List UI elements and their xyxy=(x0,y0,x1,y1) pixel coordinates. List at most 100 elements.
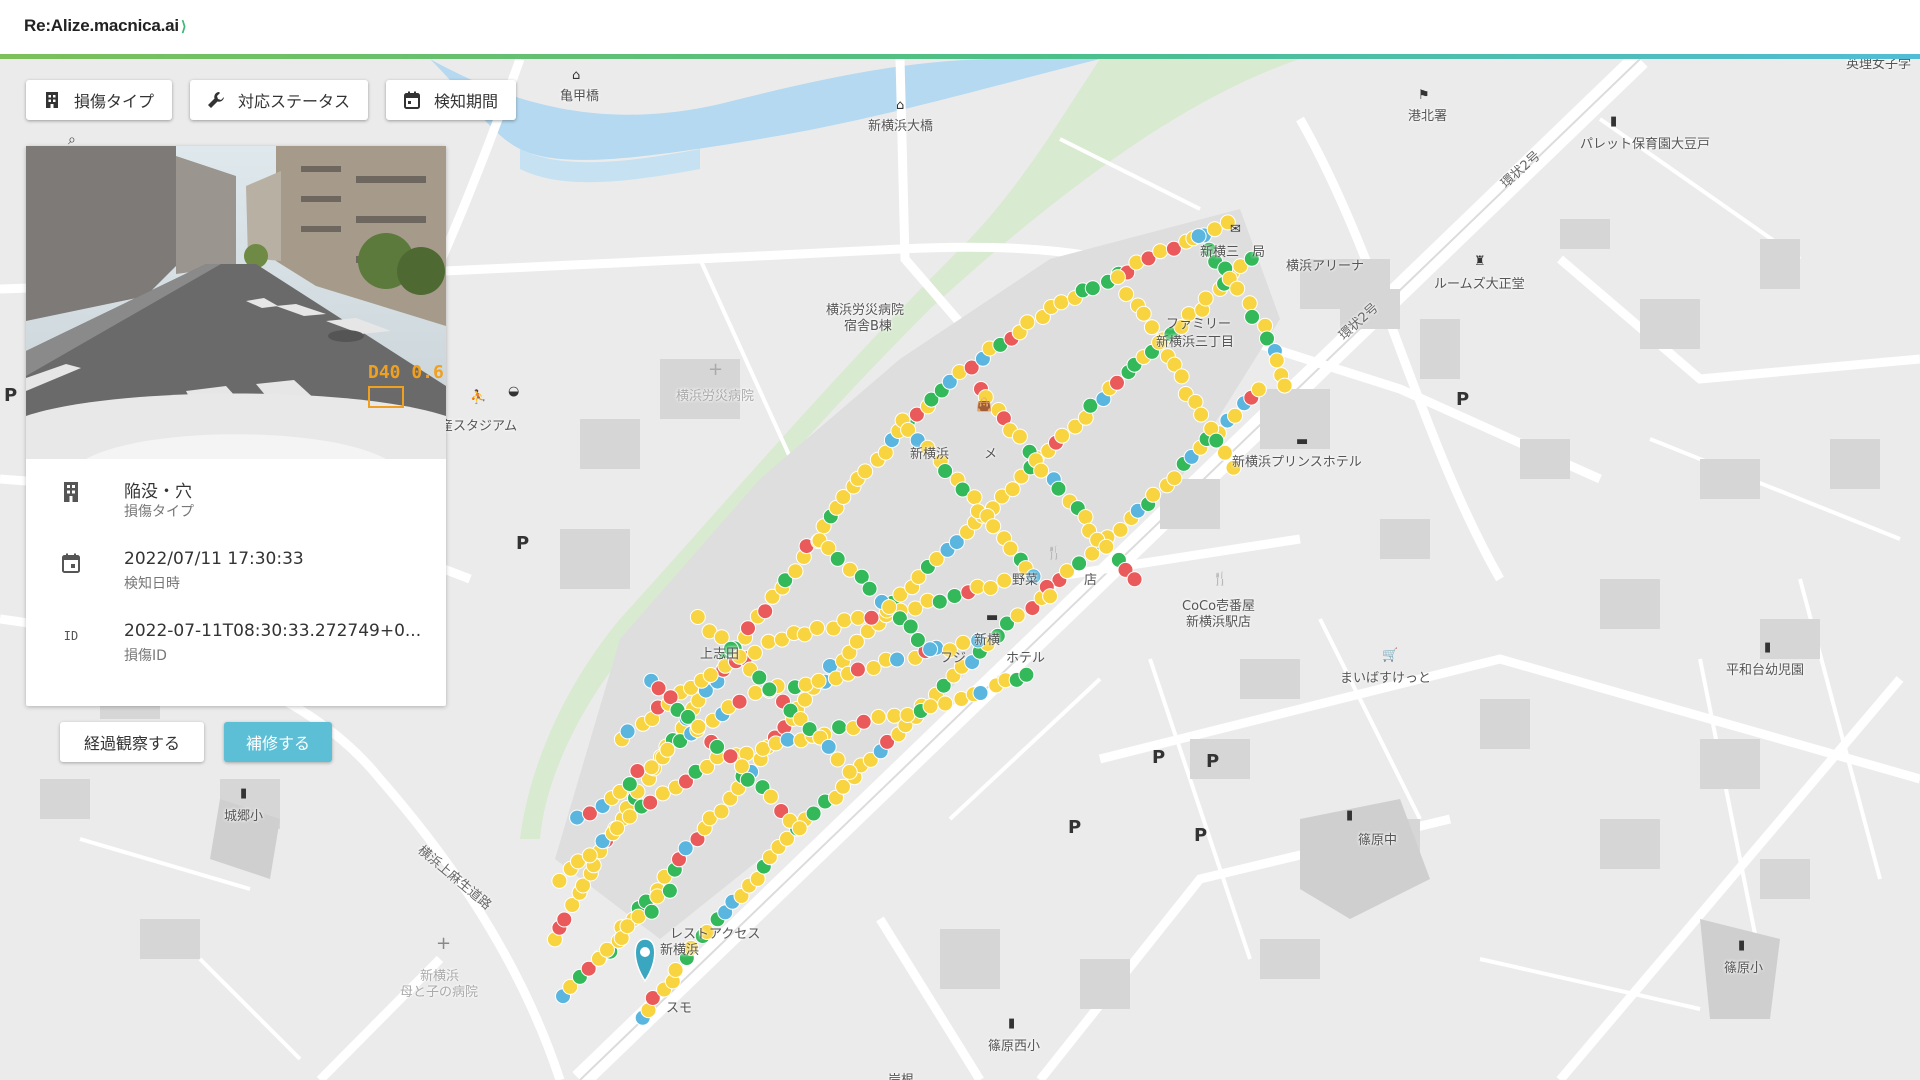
damage-photo[interactable]: D40 0.6 xyxy=(26,146,446,459)
damage-marker[interactable] xyxy=(1050,480,1067,497)
damage-marker[interactable] xyxy=(761,681,778,698)
damage-marker[interactable] xyxy=(731,693,748,710)
damage-marker[interactable] xyxy=(836,612,853,629)
damage-marker[interactable] xyxy=(922,698,939,715)
damage-marker[interactable] xyxy=(946,588,963,604)
app-logo[interactable]: Re:Alize.macnica.ai ⟩ xyxy=(24,16,186,36)
damage-marker[interactable] xyxy=(629,763,646,779)
damage-type-filter-button[interactable]: 損傷タイプ xyxy=(26,80,173,120)
damage-marker[interactable] xyxy=(751,669,768,686)
damage-marker[interactable] xyxy=(643,903,660,920)
damage-marker[interactable] xyxy=(757,603,774,620)
damage-marker[interactable] xyxy=(1135,305,1152,322)
damage-marker[interactable] xyxy=(1173,368,1190,385)
damage-marker[interactable] xyxy=(863,609,880,626)
damage-marker[interactable] xyxy=(857,463,874,480)
damage-marker[interactable] xyxy=(1126,571,1143,588)
damage-marker[interactable] xyxy=(870,708,887,725)
observe-button[interactable]: 経過観察する xyxy=(60,722,204,762)
damage-marker[interactable] xyxy=(689,609,706,625)
damage-marker[interactable] xyxy=(809,620,826,636)
damage-marker[interactable] xyxy=(881,599,898,615)
damage-marker[interactable] xyxy=(850,609,867,626)
damage-marker[interactable] xyxy=(787,563,804,580)
damage-marker[interactable] xyxy=(1011,428,1028,445)
damage-marker[interactable] xyxy=(1053,294,1070,311)
damage-marker[interactable] xyxy=(1216,444,1233,461)
damage-marker[interactable] xyxy=(791,820,808,837)
damage-marker[interactable] xyxy=(556,911,573,928)
damage-marker[interactable] xyxy=(1009,607,1026,624)
damage-marker[interactable] xyxy=(909,632,926,648)
damage-marker[interactable] xyxy=(760,633,777,650)
damage-marker[interactable] xyxy=(1042,588,1059,605)
damage-marker[interactable] xyxy=(746,644,763,661)
damage-marker[interactable] xyxy=(972,685,989,701)
damage-marker[interactable] xyxy=(1033,462,1050,479)
damage-marker[interactable] xyxy=(966,489,983,506)
damage-marker[interactable] xyxy=(841,763,858,780)
period-filter-button[interactable]: 検知期間 xyxy=(386,80,517,120)
damage-marker[interactable] xyxy=(985,518,1002,535)
damage-marker[interactable] xyxy=(1244,308,1261,325)
damage-marker[interactable] xyxy=(739,771,756,788)
damage-marker[interactable] xyxy=(831,719,848,736)
damage-marker[interactable] xyxy=(609,820,626,837)
damage-marker[interactable] xyxy=(1018,666,1035,683)
damage-marker[interactable] xyxy=(661,882,678,899)
damage-marker[interactable] xyxy=(1241,295,1258,312)
damage-marker[interactable] xyxy=(709,738,726,755)
damage-marker[interactable] xyxy=(1193,406,1210,423)
damage-marker[interactable] xyxy=(922,641,939,658)
damage-marker[interactable] xyxy=(1276,377,1293,394)
damage-marker[interactable] xyxy=(779,731,796,748)
damage-marker[interactable] xyxy=(1098,538,1115,555)
damage-marker[interactable] xyxy=(621,776,638,793)
damage-marker[interactable] xyxy=(889,651,906,668)
damage-marker[interactable] xyxy=(1109,269,1126,286)
damage-marker[interactable] xyxy=(829,751,846,768)
damage-marker[interactable] xyxy=(642,794,659,811)
selected-damage-pin[interactable] xyxy=(634,938,656,983)
damage-marker[interactable] xyxy=(849,661,866,678)
zoom-icon[interactable]: ⌕ xyxy=(68,132,76,148)
damage-marker[interactable] xyxy=(599,941,615,958)
damage-marker[interactable] xyxy=(690,718,707,735)
damage-marker[interactable] xyxy=(1227,407,1243,424)
status-filter-button[interactable]: 対応ステータス xyxy=(190,80,369,120)
damage-marker[interactable] xyxy=(996,572,1013,589)
damage-marker[interactable] xyxy=(667,962,684,978)
damage-marker[interactable] xyxy=(899,707,916,723)
damage-marker[interactable] xyxy=(1206,221,1223,238)
damage-marker[interactable] xyxy=(937,695,954,712)
damage-marker[interactable] xyxy=(1152,243,1169,260)
damage-marker[interactable] xyxy=(855,713,872,730)
damage-marker[interactable] xyxy=(1145,486,1162,503)
damage-marker[interactable] xyxy=(829,550,846,567)
damage-marker[interactable] xyxy=(1166,470,1183,487)
damage-marker[interactable] xyxy=(1084,280,1101,297)
damage-marker[interactable] xyxy=(762,788,779,805)
damage-marker[interactable] xyxy=(581,847,598,864)
damage-marker[interactable] xyxy=(902,618,919,635)
damage-marker[interactable] xyxy=(1054,427,1071,444)
damage-marker[interactable] xyxy=(931,593,948,610)
damage-marker[interactable] xyxy=(1019,314,1036,331)
damage-marker[interactable] xyxy=(810,672,827,689)
damage-marker[interactable] xyxy=(861,580,878,597)
damage-marker[interactable] xyxy=(659,741,676,758)
damage-marker[interactable] xyxy=(619,723,636,740)
damage-marker[interactable] xyxy=(820,738,837,755)
damage-marker[interactable] xyxy=(1197,290,1214,307)
damage-marker[interactable] xyxy=(713,803,730,820)
damage-marker[interactable] xyxy=(1229,280,1246,297)
damage-marker[interactable] xyxy=(1109,374,1125,391)
damage-marker[interactable] xyxy=(1112,521,1129,538)
damage-marker[interactable] xyxy=(1268,352,1285,369)
damage-marker[interactable] xyxy=(733,758,750,775)
damage-marker[interactable] xyxy=(747,684,764,701)
damage-marker[interactable] xyxy=(702,667,719,683)
damage-marker[interactable] xyxy=(805,805,822,822)
repair-button[interactable]: 補修する xyxy=(224,722,332,762)
damage-marker[interactable] xyxy=(1250,381,1267,398)
